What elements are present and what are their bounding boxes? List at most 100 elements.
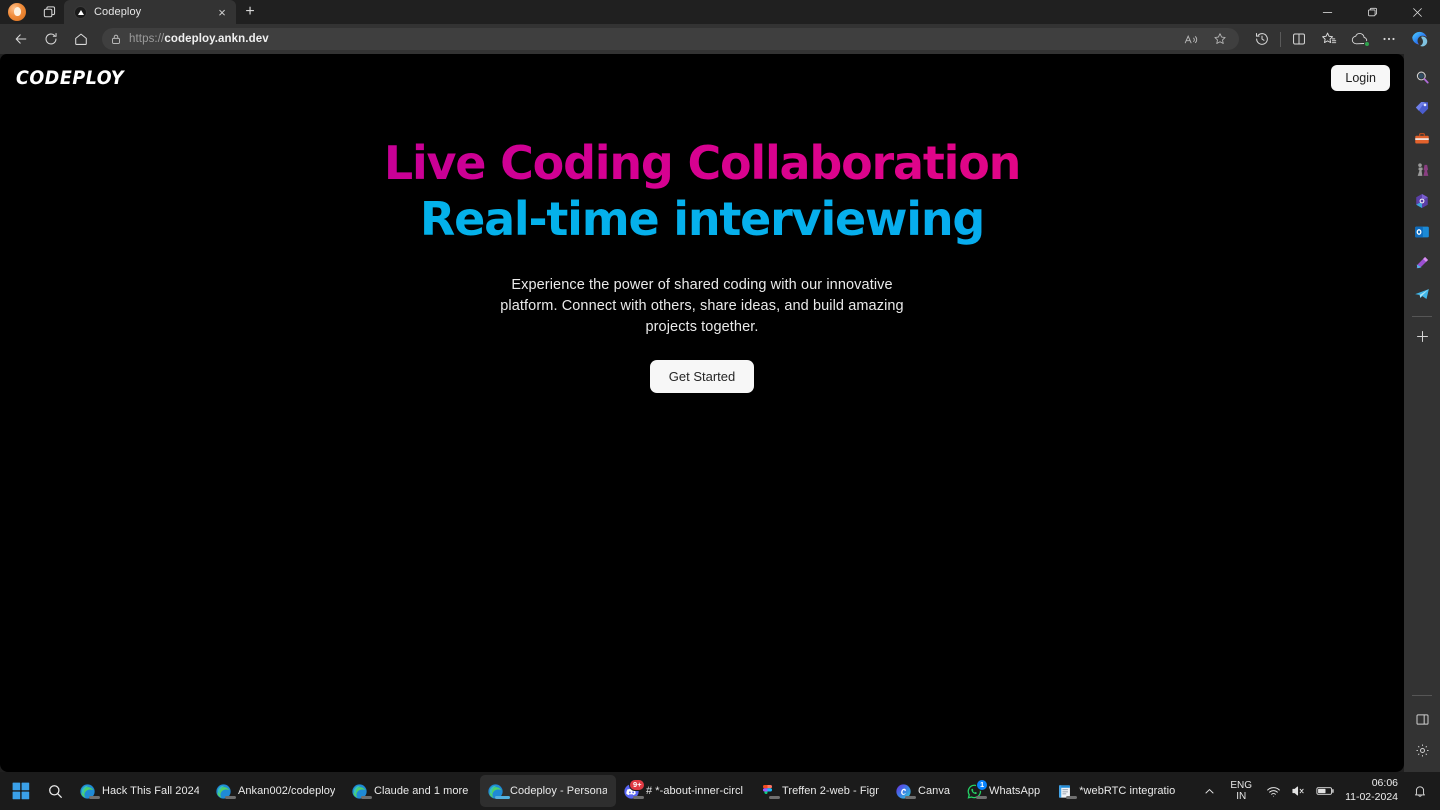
site-logo[interactable]: CODEPLOY <box>16 67 124 89</box>
taskbar-item-label: Canva <box>918 785 951 797</box>
edge-icon <box>79 783 100 800</box>
window-controls <box>1305 0 1440 24</box>
browser-toolbar: https://codeploy.ankn.dev <box>0 24 1440 54</box>
favorite-star-icon[interactable] <box>1209 29 1231 49</box>
battery-icon[interactable] <box>1313 774 1337 808</box>
refresh-icon[interactable] <box>36 26 66 52</box>
home-icon[interactable] <box>66 26 96 52</box>
volume-muted-icon[interactable] <box>1287 774 1311 808</box>
taskbar-item-label: Codeploy - Personal - M <box>510 785 607 797</box>
settings-more-icon[interactable] <box>1374 26 1404 52</box>
browser-essentials-icon[interactable] <box>1344 26 1374 52</box>
language-indicator[interactable]: ENG IN <box>1223 774 1259 808</box>
hero-heading-line-2: Real-time interviewing <box>0 192 1404 246</box>
edge-icon <box>351 783 372 800</box>
whatsapp-icon: 1 <box>966 778 989 800</box>
tools-icon[interactable] <box>1407 124 1437 154</box>
taskbar-item-label: Claude and 1 more page <box>374 785 471 797</box>
notification-badge: 1 <box>976 778 989 791</box>
clock[interactable]: 06:06 11-02-2024 <box>1339 774 1406 808</box>
close-icon[interactable]: × <box>214 4 230 20</box>
taskbar-item[interactable]: *webRTC integration - M <box>1049 775 1185 807</box>
toolbar-right-icons <box>1247 26 1434 52</box>
get-started-button[interactable]: Get Started <box>649 360 755 394</box>
address-bar[interactable]: https://codeploy.ankn.dev <box>102 28 1239 50</box>
maximize-button[interactable] <box>1350 0 1395 24</box>
clock-time: 06:06 <box>1371 777 1398 790</box>
avatar <box>8 3 26 21</box>
pane-layout-icon[interactable] <box>1407 704 1437 734</box>
lock-icon <box>110 33 122 45</box>
hero-section: Live Coding Collaboration Real-time inte… <box>0 98 1404 394</box>
telegram-icon[interactable] <box>1407 279 1437 309</box>
chevron-up-icon[interactable] <box>1197 774 1221 808</box>
close-window-button[interactable] <box>1395 0 1440 24</box>
taskbar-item[interactable]: Claude and 1 more page <box>344 775 480 807</box>
taskbar-item[interactable]: Ankan002/codeploy-co <box>208 775 344 807</box>
taskbar-items: Hack This Fall 2024: Das Ankan002/codepl… <box>72 775 1197 807</box>
settings-gear-icon[interactable] <box>1407 735 1437 765</box>
search-icon[interactable] <box>1407 62 1437 92</box>
system-tray: ENG IN 06:06 11-02-2024 <box>1197 774 1436 808</box>
sidebar-bottom-group <box>1407 695 1437 772</box>
hero-paragraph: Experience the power of shared coding wi… <box>500 276 904 336</box>
hero-heading-line-1: Live Coding Collaboration <box>0 136 1404 190</box>
split-screen-icon[interactable] <box>1284 26 1314 52</box>
taskbar-item[interactable]: Canva <box>888 775 959 807</box>
tab-actions-icon[interactable] <box>34 0 64 24</box>
copilot-icon[interactable] <box>1404 26 1434 52</box>
outlook-icon[interactable] <box>1407 217 1437 247</box>
add-icon[interactable] <box>1407 321 1437 351</box>
taskbar-item-label: Hack This Fall 2024: Das <box>102 785 199 797</box>
notification-badge: 9+ <box>629 778 645 791</box>
collections-icon[interactable] <box>1314 26 1344 52</box>
taskbar-item-label: WhatsApp <box>989 785 1041 797</box>
tab-strip: Codeploy × + <box>0 0 1440 24</box>
back-arrow-icon[interactable] <box>6 26 36 52</box>
site-header: CODEPLOY Login <box>0 58 1404 98</box>
taskbar-item-label: *webRTC integration - M <box>1079 785 1176 797</box>
canva-icon <box>895 783 916 800</box>
page-viewport: CODEPLOY Login Live Coding Collaboration… <box>0 54 1404 772</box>
taskbar-item[interactable]: 1 WhatsApp <box>959 775 1049 807</box>
vercel-triangle-icon <box>74 5 87 19</box>
url-host: codeploy.ankn.dev <box>164 33 269 45</box>
address-url: https://codeploy.ankn.dev <box>129 33 269 45</box>
notepad-icon <box>1056 783 1078 800</box>
shopping-tag-icon[interactable] <box>1407 93 1437 123</box>
figma-icon <box>759 783 780 800</box>
language-line-2: IN <box>1236 791 1247 802</box>
taskbar-item-label: Treffen 2-web - Figma <box>782 785 879 797</box>
taskbar-item-label: Ankan002/codeploy-co <box>238 785 335 797</box>
browser-tab[interactable]: Codeploy × <box>64 0 236 24</box>
url-scheme: https:// <box>129 33 165 45</box>
taskbar-item-active[interactable]: Codeploy - Personal - M <box>480 775 616 807</box>
edge-icon <box>487 783 510 800</box>
designer-icon[interactable] <box>1407 248 1437 278</box>
minimize-button[interactable] <box>1305 0 1350 24</box>
wifi-icon[interactable] <box>1261 774 1285 808</box>
login-button[interactable]: Login <box>1331 65 1390 91</box>
start-button[interactable] <box>4 774 38 808</box>
taskbar: Hack This Fall 2024: Das Ankan002/codepl… <box>0 772 1440 810</box>
new-tab-button[interactable]: + <box>236 0 264 24</box>
search-button[interactable] <box>38 774 72 808</box>
edge-sidebar <box>1404 54 1440 772</box>
language-line-1: ENG <box>1230 779 1253 791</box>
bell-icon[interactable] <box>1408 774 1432 808</box>
clock-date: 11-02-2024 <box>1345 791 1398 803</box>
taskbar-item[interactable]: Treffen 2-web - Figma <box>752 775 888 807</box>
edge-icon <box>215 783 236 800</box>
profile-button[interactable] <box>0 0 34 24</box>
taskbar-item[interactable]: 9+ # *-about-inner-circle | <box>616 775 752 807</box>
history-icon[interactable] <box>1247 26 1277 52</box>
read-aloud-icon[interactable] <box>1180 29 1202 49</box>
taskbar-item[interactable]: Hack This Fall 2024: Das <box>72 775 208 807</box>
discord-icon: 9+ <box>623 778 645 800</box>
games-icon[interactable] <box>1407 155 1437 185</box>
microsoft365-icon[interactable] <box>1407 186 1437 216</box>
taskbar-item-label: # *-about-inner-circle | <box>646 785 743 797</box>
page-title: Live Coding Collaboration Real-time inte… <box>0 136 1404 247</box>
tab-title: Codeploy <box>94 6 142 18</box>
browser-window: Codeploy × + https://codeploy.ankn.dev C… <box>0 0 1440 772</box>
